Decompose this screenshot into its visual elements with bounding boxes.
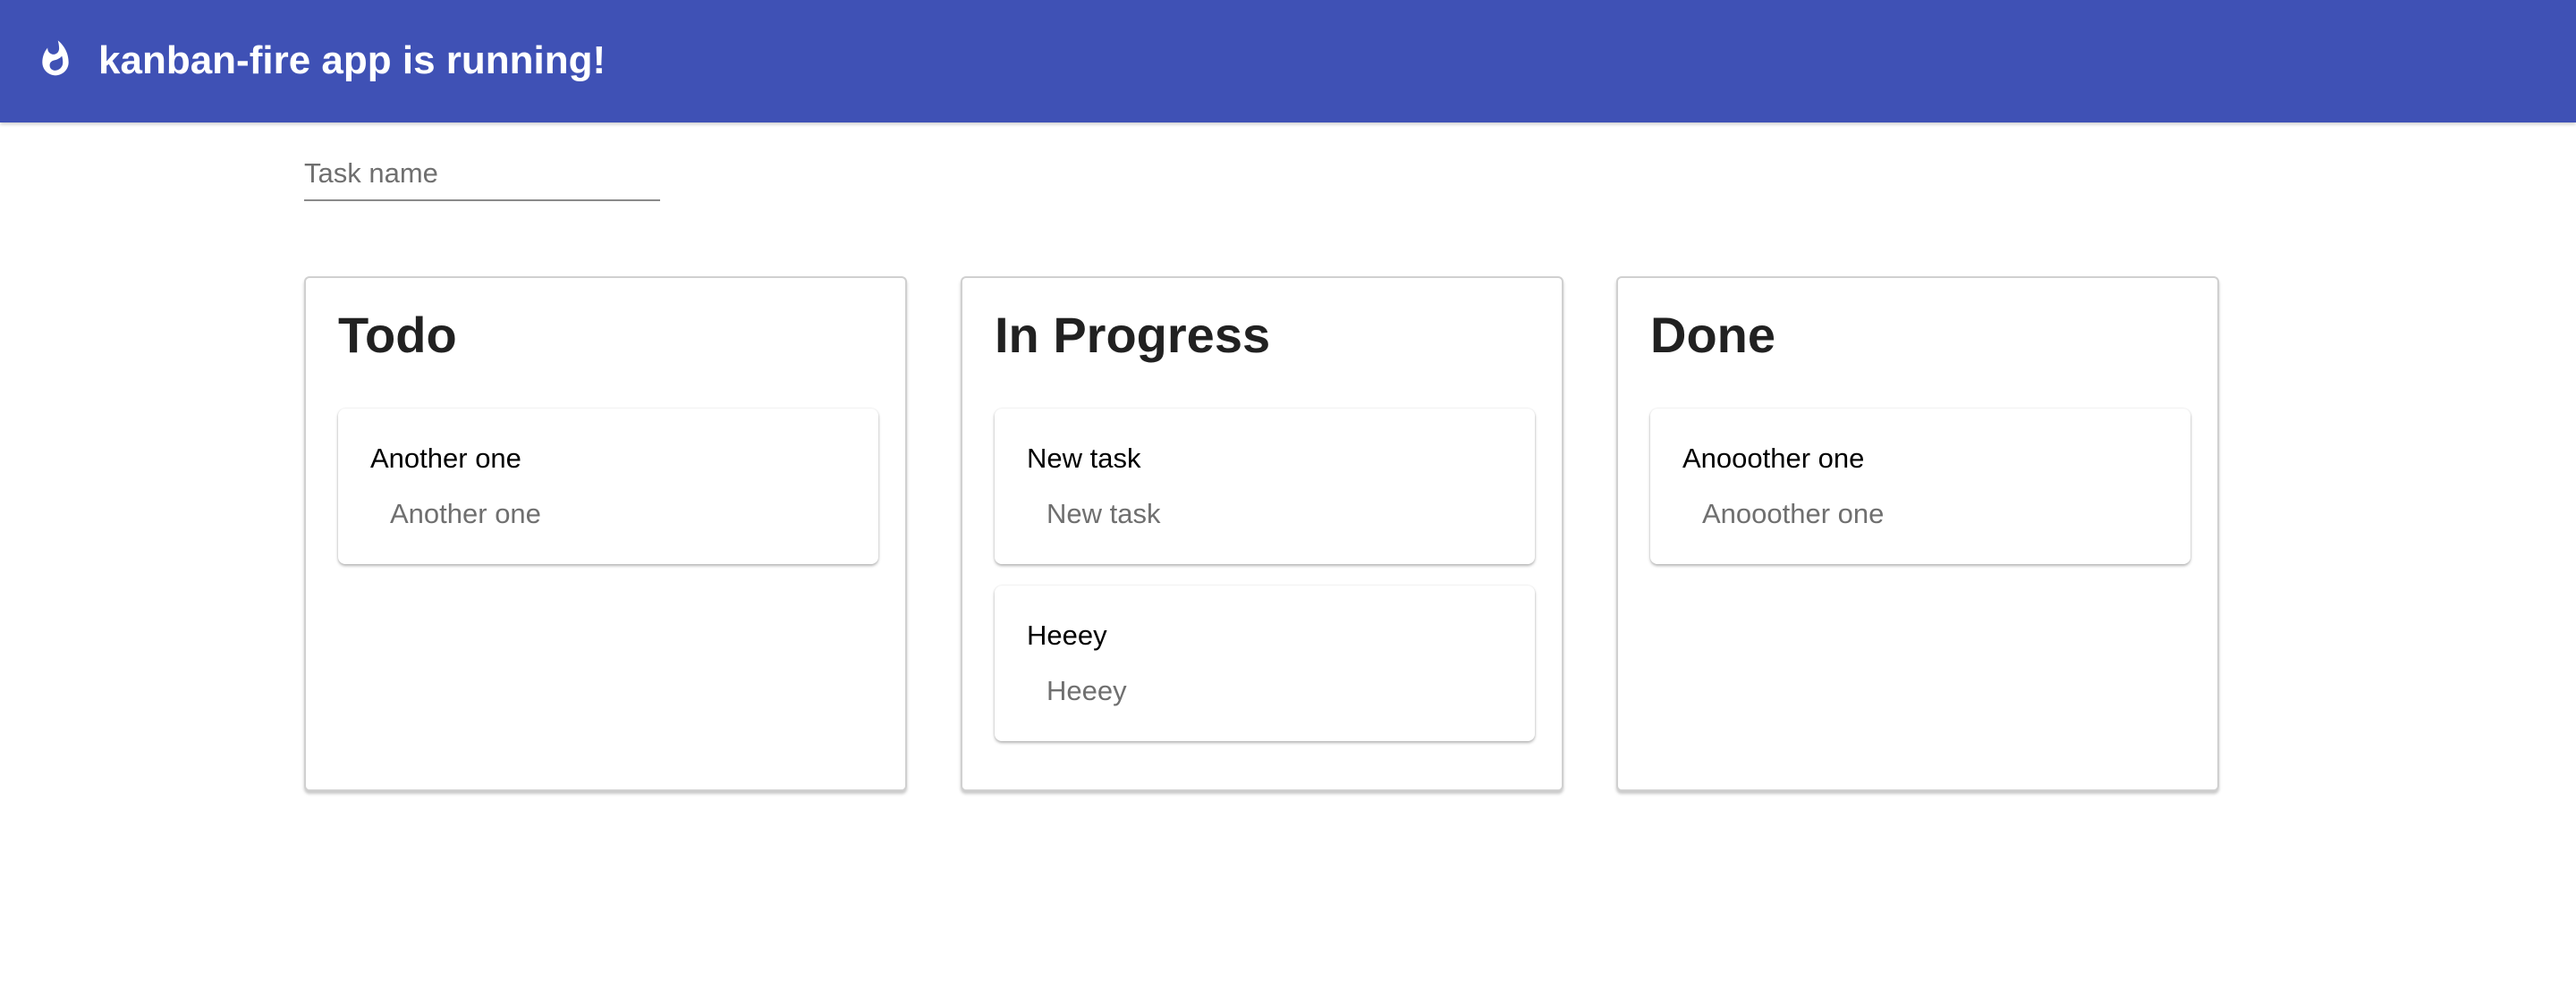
column-todo: Todo Another one Another one [304,276,907,791]
task-name-input[interactable] [304,148,660,201]
app-toolbar: kanban-fire app is running! [0,0,2576,122]
task-card-description: Heeey [1046,675,1127,706]
task-card-title: Anooother one [1682,443,1865,474]
task-card-title: Another one [370,443,521,474]
task-card[interactable]: Anooother one Anooother one [1650,409,2190,564]
column-in-progress: In Progress New task New task Heeey Heee… [961,276,1563,791]
card-list: Anooother one Anooother one [1650,409,2190,586]
column-title: Done [1650,307,1775,363]
task-card[interactable]: Another one Another one [338,409,878,564]
task-card-description: Anooother one [1702,498,1885,529]
task-name-field[interactable] [304,148,660,201]
task-card[interactable]: Heeey Heeey [995,586,1535,741]
column-done: Done Anooother one Anooother one [1616,276,2219,791]
task-card-description: Another one [390,498,541,529]
column-title: In Progress [995,307,1271,363]
card-list: New task New task Heeey Heeey [995,409,1535,763]
fire-icon [42,40,69,76]
column-title: Todo [338,307,457,363]
app-title: kanban-fire app is running! [98,38,606,82]
task-card-title: Heeey [1027,620,1107,651]
task-card-title: New task [1027,443,1141,474]
task-card[interactable]: New task New task [995,409,1535,564]
card-list: Another one Another one [338,409,878,586]
task-card-description: New task [1046,498,1161,529]
